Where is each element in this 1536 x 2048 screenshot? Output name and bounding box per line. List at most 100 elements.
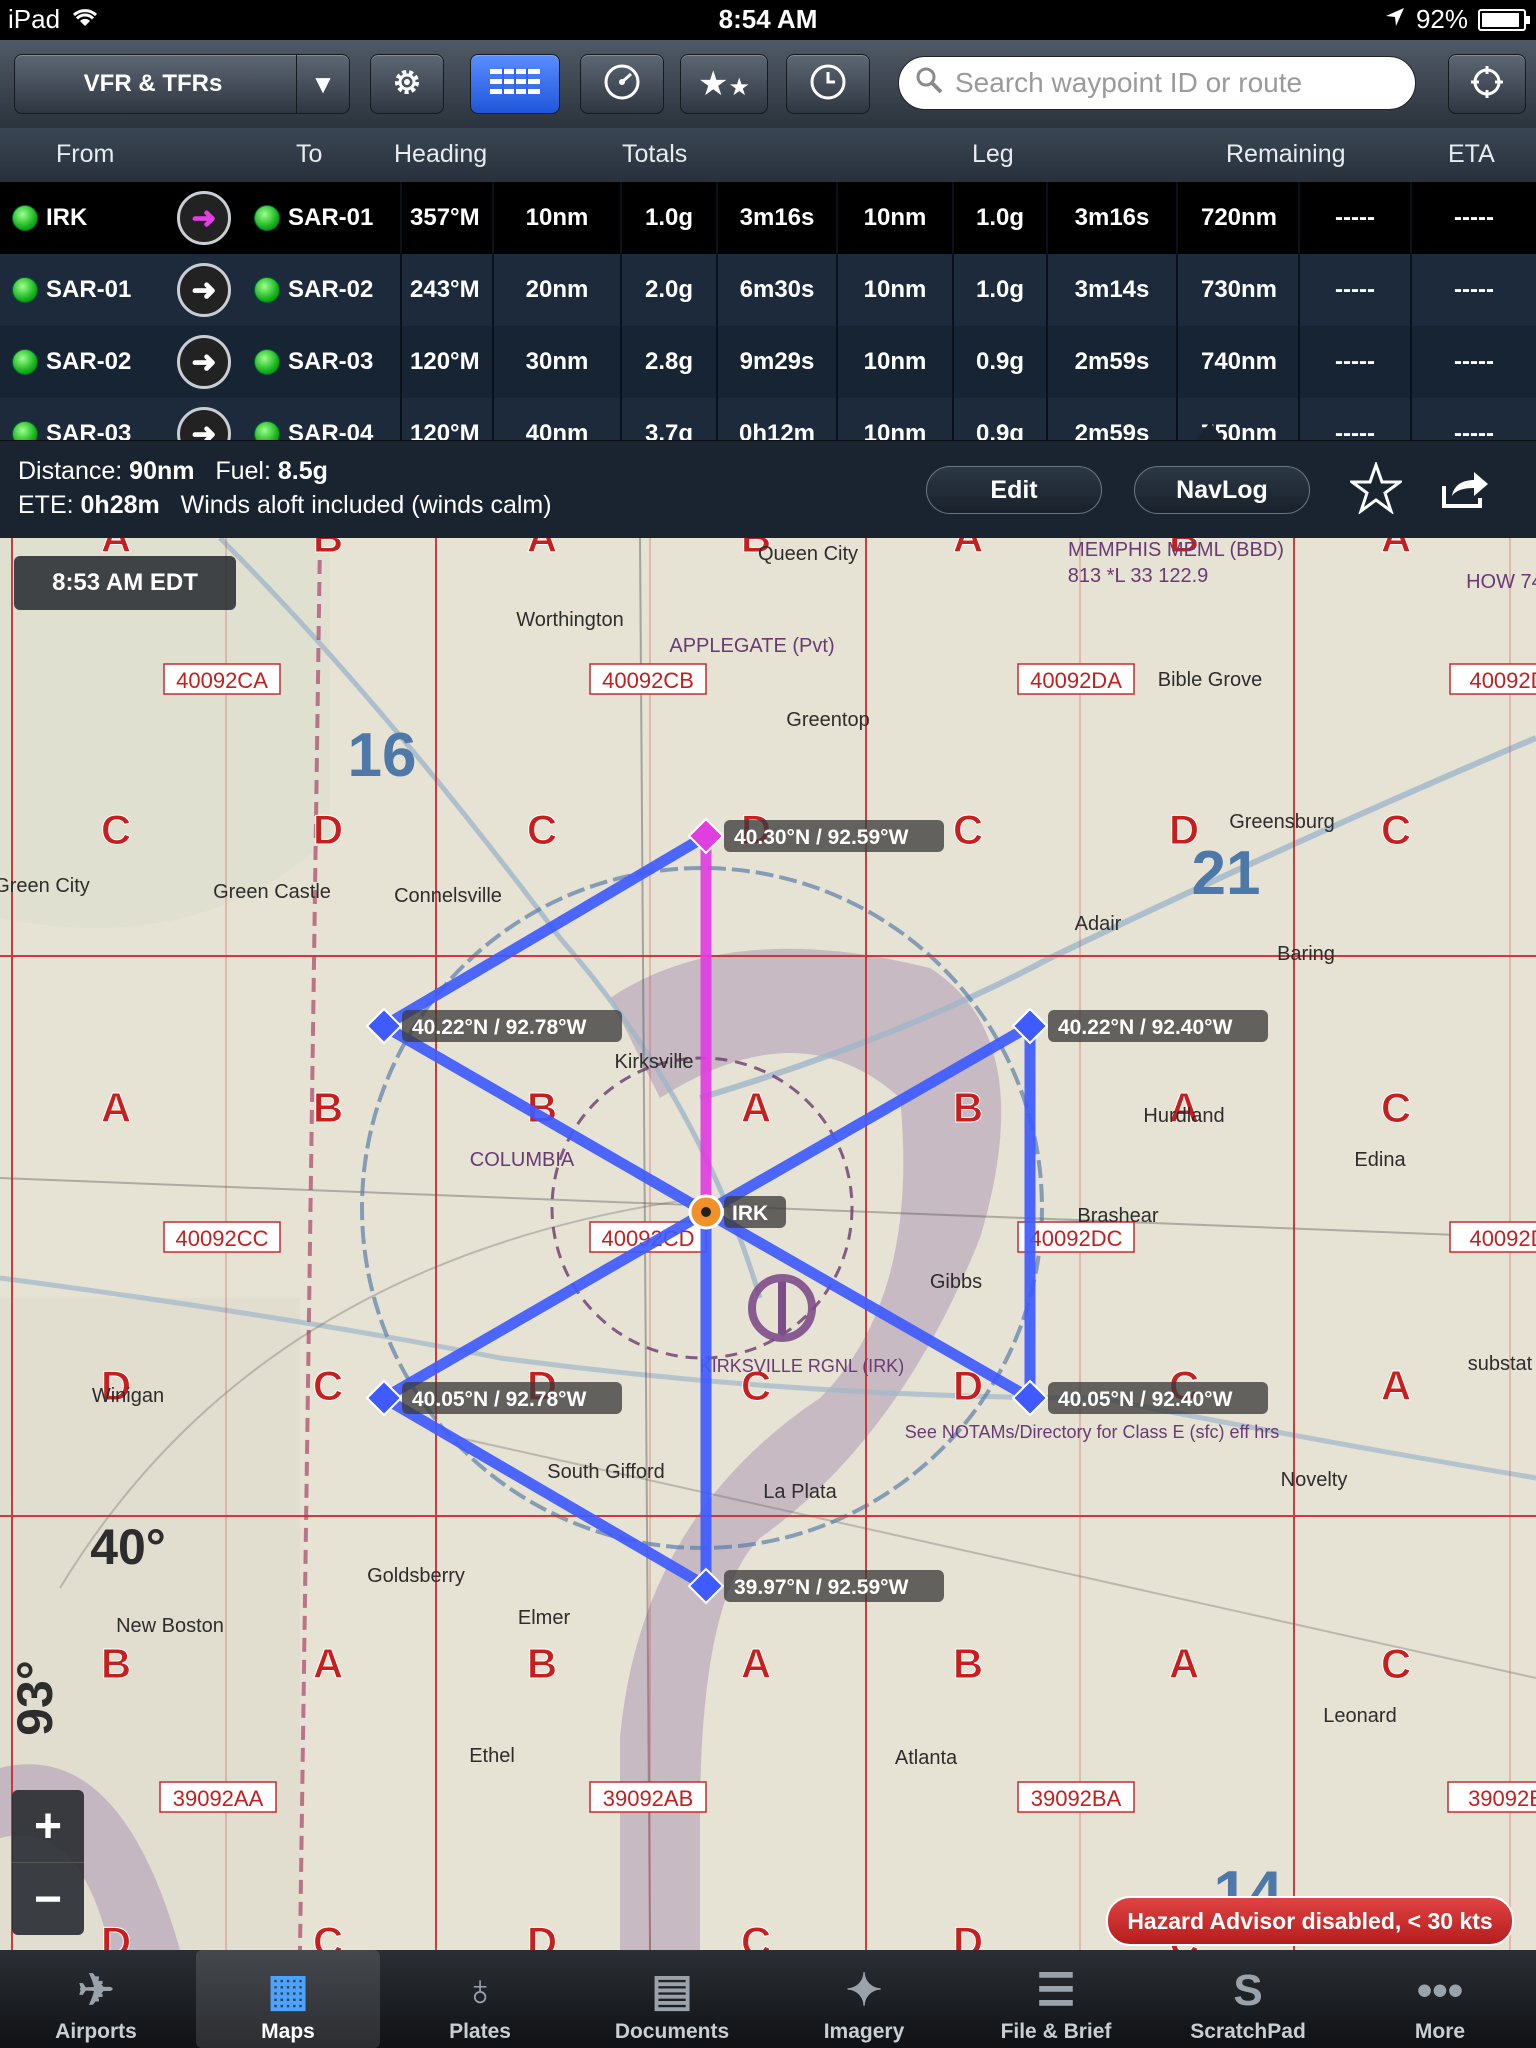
row-eta: ----- [1454,420,1494,440]
grid-label-text: 40092CB [602,668,694,693]
navlog-row[interactable]: IRK ➜ SAR-01 357°M 10nm 1.0g 3m16s 10nm 1.0g 3m16… [0,182,1536,254]
favorites-button[interactable]: ★★ [680,54,768,114]
grid-label-text: 39092BA [1031,1786,1122,1811]
column-separator [1410,254,1412,326]
target-icon [1469,64,1505,105]
tab-imagery[interactable]: ✦ Imagery [768,1950,960,2048]
ete-label: ETE: [18,491,74,519]
column-separator [836,254,838,326]
map-place-label: Ethel [469,1745,515,1767]
ete-value: 0h28m [80,491,160,519]
column-separator [620,182,622,254]
row-l-fuel: 0.9g [975,420,1025,440]
fuel-label: Fuel: [215,457,271,485]
tab-label: Maps [261,2020,315,2043]
instruments-button[interactable] [580,54,664,114]
grid-label-text: 40092D [1469,1226,1536,1251]
row-remaining: 720nm [1200,204,1278,231]
tab-scratchpad[interactable]: S ScratchPad [1152,1950,1344,2048]
column-separator [620,326,622,398]
zoom-out-button[interactable]: − [12,1862,84,1935]
file-brief-icon: ☰ [1036,1966,1076,2015]
grid-label-text: 40092CC [176,1226,269,1251]
tab-label: ScratchPad [1190,2020,1306,2043]
waypoint-coordinates: 40.05°N / 92.78°W [412,1388,587,1411]
header-to: To [296,140,323,168]
zoom-in-button[interactable]: + [12,1790,84,1862]
from-waypoint: SAR-01 [46,276,132,303]
favorite-route-button[interactable] [1347,460,1405,519]
dropdown-triangle-icon[interactable]: ▼ [296,55,349,113]
navlog-row[interactable]: SAR-03 ➜ SAR-04 120°M 40nm 3.7g 0h12m 10nm 0.9g 2… [0,398,1536,440]
sector-letter: C [1381,1640,1411,1687]
direct-to-button[interactable]: ➜ [176,182,232,254]
grid-label: 39092AB [589,1781,707,1813]
header-heading: Heading [394,140,488,168]
navlog-row[interactable]: SAR-02 ➜ SAR-03 120°M 30nm 2.8g 9m29s 10nm 0.9g 2… [0,326,1536,398]
row-heading: 120°M [410,348,480,375]
tab-documents[interactable]: ▤ Documents [576,1950,768,2048]
search-field[interactable] [953,66,1387,100]
column-separator [1410,398,1412,440]
gear-icon [390,65,424,104]
column-separator [1046,326,1048,398]
row-to: SAR-03 [254,326,404,398]
tab-more[interactable]: ••• More [1344,1950,1536,2048]
grid-label-text: 39092B [1468,1786,1536,1811]
settings-button[interactable] [370,54,444,114]
navlog-button[interactable]: NavLog [1134,466,1310,514]
grid-label: 40092CC [163,1221,281,1253]
row-to: SAR-04 [254,398,404,440]
tab-label: Imagery [823,2020,905,2043]
navlog-pointer [1196,422,1224,440]
sectional-map[interactable]: 40092CA40092CB40092DA40092D40092CC40092C… [0,538,1536,1950]
row-eta: ----- [1454,348,1494,375]
status-dot-icon [254,349,280,375]
chart-number: 21 [1192,839,1261,908]
navlog-header: From To Heading Totals Leg Remaining ETA [0,128,1536,182]
map-place-label: Novelty [1281,1469,1348,1491]
chart-number: 40° [90,1519,166,1575]
map-place-label: Green Castle [213,881,331,903]
grid-label: 39092AA [159,1781,277,1813]
share-button[interactable] [1440,466,1490,515]
more-icon: ••• [1416,1966,1464,2015]
row-r2: ----- [1335,204,1375,231]
navlog-list-button[interactable] [470,54,560,114]
header-from: From [56,140,115,168]
sector-letter: C [313,1918,343,1950]
map-layer-select[interactable]: VFR & TFRs ▼ [14,54,350,114]
tab-plates[interactable]: ♁ Plates [384,1950,576,2048]
center-location-button[interactable] [1448,54,1526,114]
grid-label-text: 40092DC [1030,1226,1123,1251]
direct-to-button[interactable]: ➜ [176,254,232,326]
row-t-fuel: 2.8g [644,348,694,375]
tab-label: Documents [614,2020,730,2043]
navlog-row[interactable]: SAR-01 ➜ SAR-02 243°M 20nm 2.0g 6m30s 10nm 1.0g 3… [0,254,1536,326]
tab-airports[interactable]: ✈ Airports [0,1950,192,2048]
tab-maps[interactable]: ▦ Maps [196,1950,380,2048]
header-eta: ETA [1448,140,1495,168]
tab-file-brief[interactable]: ☰ File & Brief [960,1950,1152,2048]
tab-label: Airports [55,2020,137,2043]
column-separator [492,182,494,254]
map-canvas[interactable]: 40092CA40092CB40092DA40092D40092CC40092C… [0,538,1536,1950]
map-place-label: Gibbs [930,1271,982,1293]
sector-letter: C [741,1918,771,1950]
edit-button[interactable]: Edit [926,466,1102,514]
map-place-label: See NOTAMs/Directory for Class E (sfc) e… [905,1422,1279,1442]
recents-button[interactable] [786,54,870,114]
navlog-table: From To Heading Totals Leg Remaining ETA… [0,128,1536,440]
row-from: SAR-03 [12,398,172,440]
search-input[interactable] [898,56,1416,110]
gauge-icon [603,63,641,106]
list-icon [490,67,540,101]
airport-id: IRK [732,1202,768,1225]
direct-to-button[interactable]: ➜ [176,398,232,440]
column-separator [1046,182,1048,254]
map-place-label: Bible Grove [1158,669,1263,691]
direct-to-button[interactable]: ➜ [176,326,232,398]
map-place-label: La Plata [763,1481,837,1503]
waypoint-coordinates: 40.22°N / 92.78°W [412,1016,587,1039]
column-separator [1046,254,1048,326]
